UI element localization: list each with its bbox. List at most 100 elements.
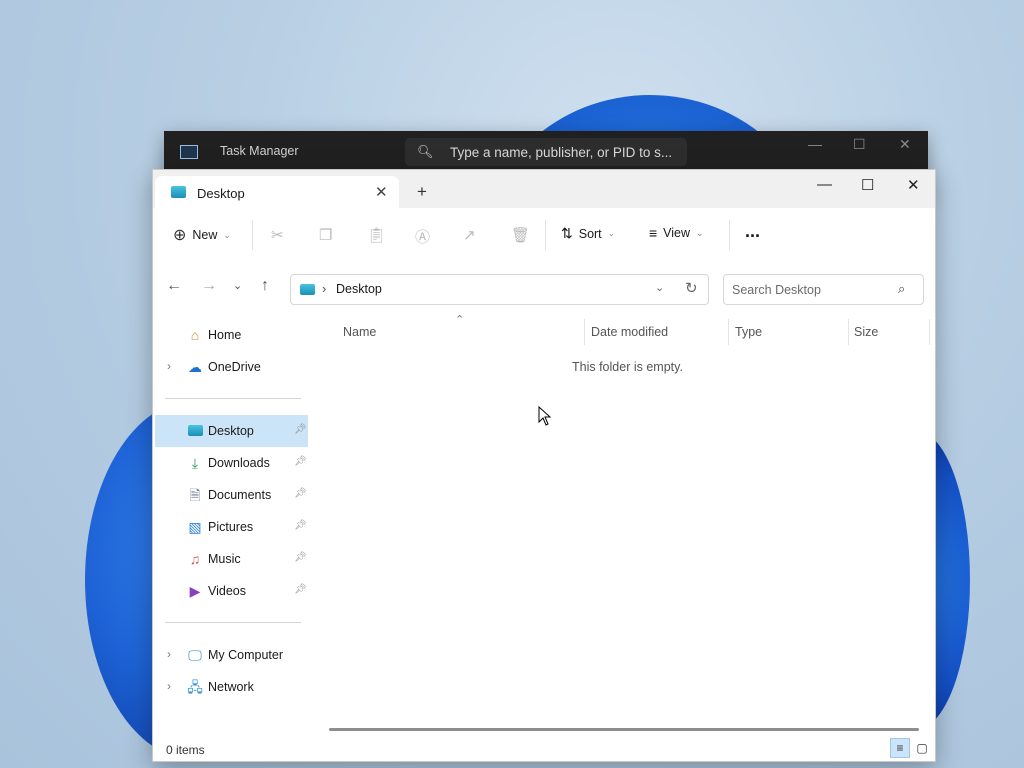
up-arrow-icon[interactable]: ↑ [261, 277, 269, 295]
details-view-icon: ≡ [896, 741, 904, 755]
file-explorer-window: Desktop ✕ + — ☐ ✕ ⊕ New ⌄ ✂ ❐ 📋︎ Ⓐ ↗ 🗑︎ … [152, 169, 936, 762]
more-label: ... [745, 221, 761, 241]
sidebar-item-videos[interactable]: ▶ Videos 📌︎ [155, 575, 308, 607]
details-view-button[interactable]: ≡ [890, 738, 910, 758]
share-icon[interactable]: ↗ [463, 226, 476, 244]
tab-desktop[interactable]: Desktop ✕ [155, 176, 399, 209]
task-manager-icon [180, 145, 198, 159]
search-input[interactable]: Search Desktop ⌕ [723, 274, 924, 305]
navigation-pane: ⌂ Home › ☁ OneDrive Desktop 📌︎ ⤓ Downloa… [153, 313, 313, 733]
recent-locations-icon[interactable]: ⌄ [233, 279, 242, 292]
chevron-down-icon: ⌄ [223, 229, 231, 240]
pin-icon[interactable]: 📌︎ [294, 424, 307, 435]
sidebar-item-label: Downloads [208, 456, 270, 470]
sidebar-item-my-computer[interactable]: › 🖵︎ My Computer [155, 639, 308, 671]
sidebar-item-label: Pictures [208, 520, 254, 534]
search-icon: ⌕ [898, 281, 906, 296]
maximize-icon[interactable]: ☐ [853, 136, 866, 153]
task-manager-search[interactable]: 🔍︎ Type a name, publisher, or PID to s..… [405, 138, 687, 166]
empty-folder-message: This folder is empty. [572, 360, 683, 374]
breadcrumb-desktop[interactable]: Desktop [336, 282, 382, 296]
sidebar-item-label: My Computer [208, 648, 284, 662]
tiles-view-icon: ▢ [916, 741, 928, 755]
download-icon: ⤓ [191, 455, 199, 471]
column-header-name[interactable]: Name [343, 325, 376, 339]
network-icon: 🖧︎ [187, 679, 203, 695]
chevron-right-icon[interactable]: › [167, 679, 171, 693]
address-bar[interactable]: › Desktop ⌄ ↻ [290, 274, 709, 305]
rename-icon[interactable]: Ⓐ [415, 226, 430, 247]
address-row: ← → ⌄ ↑ › Desktop ⌄ ↻ Search Desktop ⌕ [153, 263, 935, 313]
column-header-date[interactable]: Date modified [591, 325, 668, 339]
document-icon: 🗎︎ [189, 487, 201, 503]
forward-arrow-icon[interactable]: → [201, 277, 217, 295]
sort-button[interactable]: ⇅ Sort ⌄ [561, 225, 615, 242]
column-divider[interactable] [584, 319, 585, 345]
sidebar-item-downloads[interactable]: ⤓ Downloads 📌︎ [155, 447, 308, 479]
sidebar-item-network[interactable]: › 🖧︎ Network [155, 671, 308, 703]
sort-label: Sort [578, 226, 602, 241]
file-list[interactable]: ⌃ Name Date modified Type Size This fold… [313, 313, 935, 733]
pin-icon[interactable]: 📌︎ [294, 520, 307, 531]
column-divider[interactable] [848, 319, 849, 345]
close-tab-icon[interactable]: ✕ [375, 183, 388, 201]
minimize-icon[interactable]: — [808, 136, 822, 152]
column-header-size[interactable]: Size [854, 325, 878, 339]
more-options-button[interactable]: ... [745, 221, 760, 242]
sidebar-item-home[interactable]: ⌂ Home [155, 319, 308, 351]
item-count: 0 items [166, 743, 205, 757]
chevron-down-icon: ⌄ [607, 228, 616, 238]
new-button[interactable]: ⊕ New ⌄ [173, 225, 231, 245]
column-divider[interactable] [728, 319, 729, 345]
pin-icon[interactable]: 📌︎ [294, 488, 307, 499]
toolbar-divider [729, 220, 730, 250]
sidebar-item-pictures[interactable]: ▧ Pictures 📌︎ [155, 511, 308, 543]
chevron-down-icon: ⌄ [696, 227, 704, 238]
column-divider[interactable] [929, 319, 930, 345]
pin-icon[interactable]: 📌︎ [294, 456, 307, 467]
close-window-icon[interactable]: ✕ [907, 176, 920, 194]
sidebar-item-documents[interactable]: 🗎︎ Documents 📌︎ [155, 479, 308, 511]
sidebar-divider [165, 398, 301, 399]
cut-icon[interactable]: ✂ [271, 226, 284, 244]
sidebar-item-label: Music [208, 552, 241, 566]
sidebar-item-label: OneDrive [208, 360, 261, 374]
refresh-icon[interactable]: ↻ [685, 279, 698, 297]
sort-ascending-icon: ⌃ [455, 314, 465, 326]
sidebar-item-label: Desktop [208, 424, 254, 438]
chevron-down-icon[interactable]: ⌄ [655, 281, 664, 294]
view-button[interactable]: ≡ View ⌄ [649, 225, 704, 241]
column-header-type[interactable]: Type [735, 325, 762, 339]
maximize-icon[interactable]: ☐ [861, 176, 874, 194]
sidebar-item-desktop[interactable]: Desktop 📌︎ [155, 415, 308, 447]
paste-icon[interactable]: 📋︎ [367, 226, 386, 244]
video-icon: ▶ [189, 583, 201, 599]
delete-icon[interactable]: 🗑︎ [511, 226, 530, 244]
toolbar-divider [545, 220, 546, 250]
minimize-icon[interactable]: — [817, 176, 832, 193]
sort-icon: ⇅ [561, 225, 573, 241]
tiles-view-button[interactable]: ▢ [912, 738, 932, 758]
pin-icon[interactable]: 📌︎ [294, 584, 307, 595]
sidebar-item-music[interactable]: ♫ Music 📌︎ [155, 543, 308, 575]
desktop-folder-icon [171, 186, 186, 198]
back-arrow-icon[interactable]: ← [166, 277, 182, 295]
horizontal-scrollbar[interactable] [329, 728, 919, 731]
command-bar: ⊕ New ⌄ ✂ ❐ 📋︎ Ⓐ ↗ 🗑︎ ⇅ Sort ⌄ ≡ View ⌄ … [153, 208, 935, 264]
view-label: View [663, 226, 691, 240]
chevron-right-icon[interactable]: › [167, 647, 171, 661]
copy-icon[interactable]: ❐ [319, 226, 332, 244]
sidebar-item-label: Videos [208, 584, 246, 598]
plus-circle-icon: ⊕ [173, 227, 187, 244]
sidebar-item-label: Home [208, 328, 242, 342]
pin-icon[interactable]: 📌︎ [294, 552, 307, 563]
new-tab-button[interactable]: + [417, 182, 427, 202]
sidebar-item-onedrive[interactable]: › ☁ OneDrive [155, 351, 308, 383]
sidebar-item-label: Documents [208, 488, 272, 502]
close-icon[interactable]: ✕ [899, 136, 911, 153]
breadcrumb-separator-icon[interactable]: › [322, 281, 326, 296]
sidebar-divider [165, 622, 301, 623]
desktop-folder-icon [300, 284, 315, 295]
chevron-right-icon[interactable]: › [167, 359, 171, 373]
view-list-icon: ≡ [649, 225, 658, 241]
